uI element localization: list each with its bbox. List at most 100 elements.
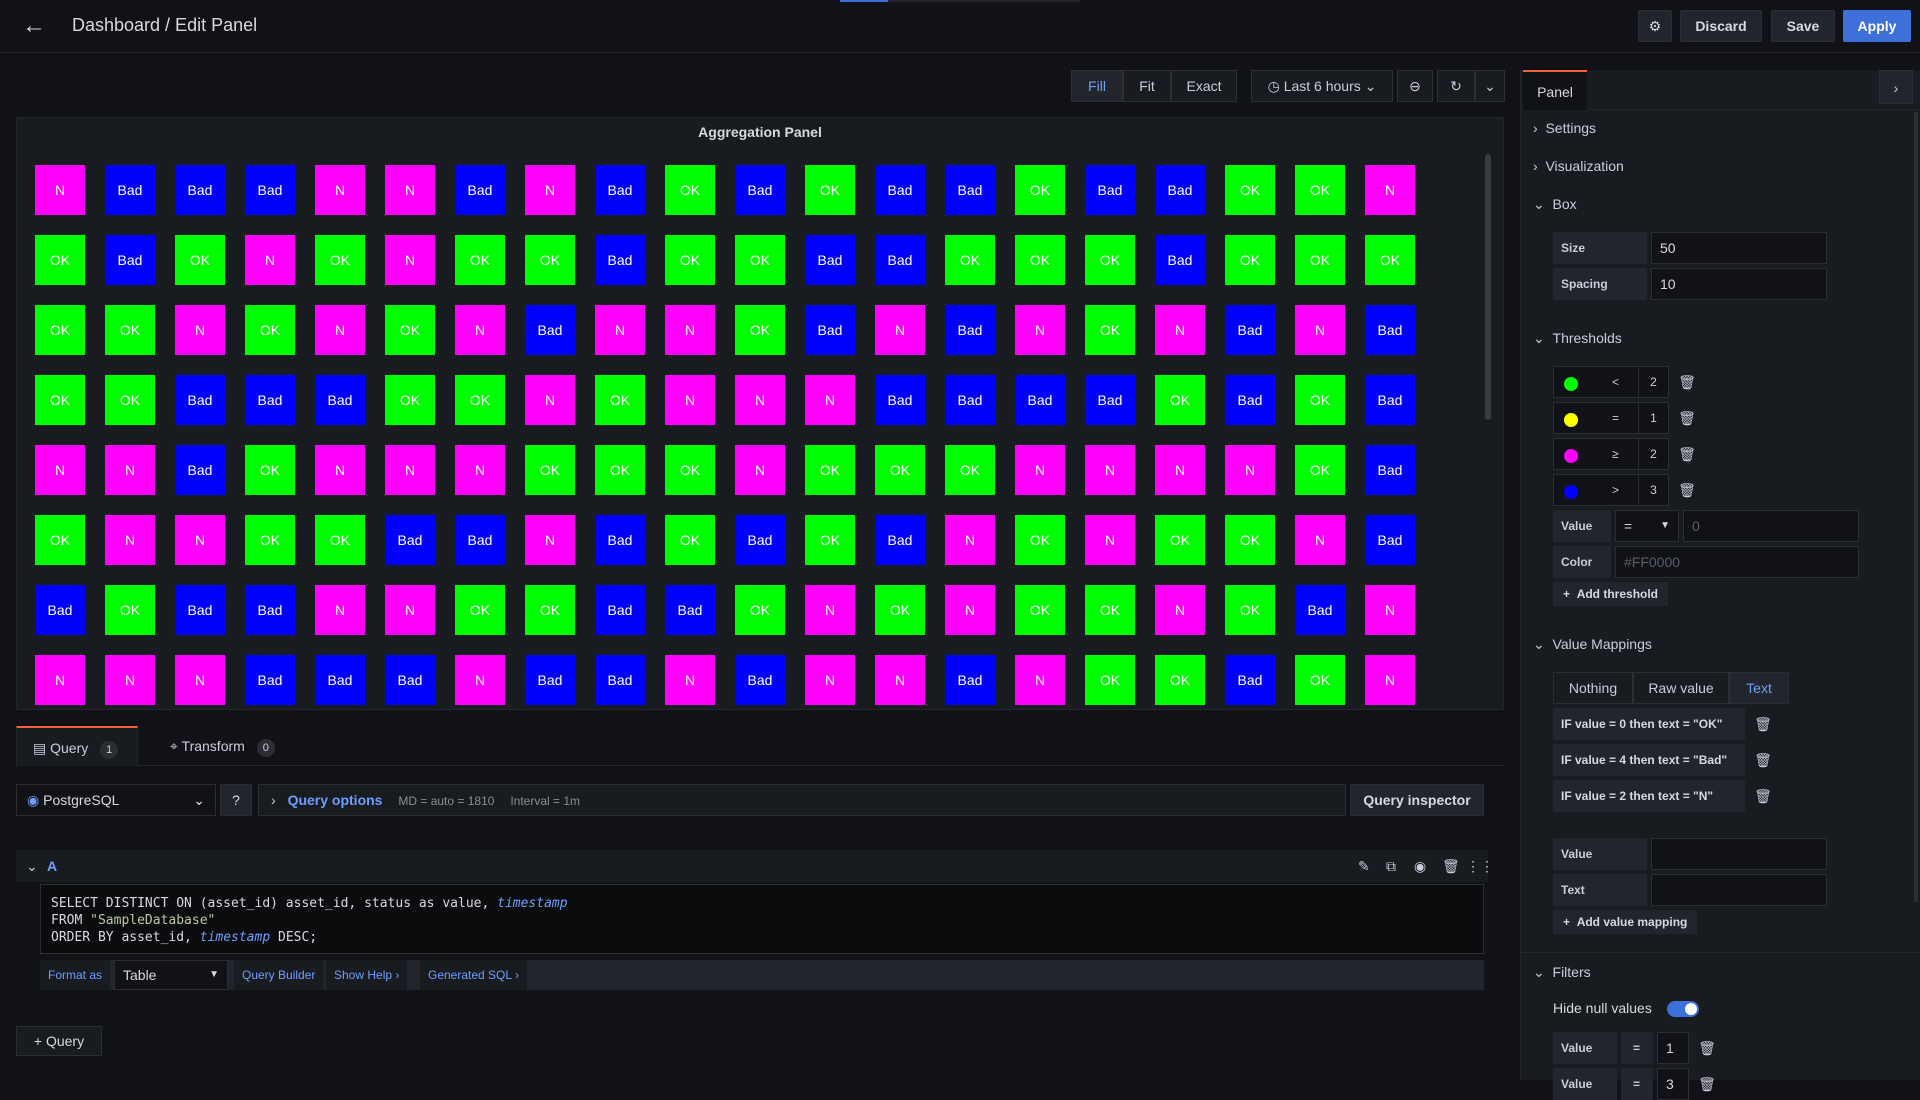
apply-button[interactable]: Apply (1843, 10, 1911, 42)
save-button[interactable]: Save (1771, 10, 1835, 42)
trash-icon[interactable]: 🗑 (1673, 438, 1701, 470)
tab-query[interactable]: ▤ Query 1 (16, 726, 138, 766)
refresh-icon[interactable]: ↻ (1437, 70, 1475, 102)
collapse-chevron-icon[interactable]: ⌄ (26, 858, 38, 875)
datasource-select[interactable]: ◉ PostgreSQL ⌄ (16, 784, 216, 816)
add-query-button[interactable]: + Query (16, 1026, 102, 1056)
trash-icon[interactable]: 🗑 (1673, 402, 1701, 434)
query-builder-button[interactable]: Query Builder (234, 960, 324, 990)
query-toolbar: Format as Table ▼ Query Builder Show Hel… (40, 960, 1484, 990)
time-picker[interactable]: ◷ Last 6 hours ⌄ (1251, 70, 1393, 102)
status-cell: OK (315, 235, 365, 285)
add-threshold-button[interactable]: + Add threshold (1553, 582, 1669, 606)
threshold-row[interactable]: >3 (1553, 474, 1669, 506)
generated-sql-button[interactable]: Generated SQL › (420, 960, 527, 990)
status-cell: OK (1225, 515, 1275, 565)
back-arrow-icon[interactable]: ← (20, 12, 48, 40)
query-options-bar[interactable]: › Query options MD = auto = 1810 Interva… (258, 784, 1346, 816)
status-cell: OK (875, 585, 925, 635)
gear-icon[interactable]: ⚙ (1638, 10, 1672, 42)
trash-icon[interactable]: 🗑 (1749, 708, 1777, 740)
section-box[interactable]: ⌄ Box (1533, 196, 1577, 213)
tab-panel[interactable]: Panel (1523, 70, 1587, 110)
threshold-color-input[interactable]: #FF0000 (1615, 546, 1859, 578)
threshold-color-dot[interactable] (1564, 485, 1578, 499)
threshold-value[interactable]: 2 (1638, 439, 1668, 469)
filter-value-input[interactable]: 3 (1657, 1068, 1689, 1100)
mapping-type-text[interactable]: Text (1729, 672, 1789, 704)
fit-button[interactable]: Fit (1123, 70, 1171, 102)
zoom-out-icon[interactable]: ⊖ (1397, 70, 1433, 102)
options-scrollbar[interactable] (1914, 112, 1918, 902)
mapping-type-raw-value[interactable]: Raw value (1633, 672, 1729, 704)
section-visualization[interactable]: › Visualization (1533, 158, 1624, 174)
filter-operator[interactable]: = (1621, 1032, 1653, 1064)
trash-icon[interactable]: 🗑 (1673, 474, 1701, 506)
section-settings[interactable]: › Settings (1533, 120, 1596, 136)
trash-icon[interactable]: 🗑 (1442, 858, 1460, 875)
status-cell: OK (1295, 235, 1345, 285)
refresh-interval-chevron-icon[interactable]: ⌄ (1475, 70, 1505, 102)
value-mapping-row[interactable]: IF value = 4 then text = "Bad" (1553, 744, 1745, 776)
section-value-mappings[interactable]: ⌄ Value Mappings (1533, 636, 1652, 653)
hide-null-toggle[interactable] (1667, 1001, 1699, 1017)
query-ref-id[interactable]: A (47, 858, 57, 874)
mapping-value-input[interactable] (1651, 838, 1827, 870)
trash-icon[interactable]: 🗑 (1749, 744, 1777, 776)
fill-button[interactable]: Fill (1071, 70, 1123, 102)
query-a-header: ⌄ A ✎ ⧉ ◉ 🗑 ⋮⋮ (16, 850, 1494, 882)
trash-icon[interactable]: 🗑 (1749, 780, 1777, 812)
format-select[interactable]: Table ▼ (114, 960, 228, 990)
trash-icon[interactable]: 🗑 (1693, 1032, 1721, 1064)
max-data-points: MD = auto = 1810 (398, 794, 495, 808)
value-mapping-row[interactable]: IF value = 2 then text = "N" (1553, 780, 1745, 812)
threshold-color-label: Color (1553, 546, 1611, 578)
panel-scrollbar[interactable] (1485, 154, 1491, 420)
status-cell: N (1365, 585, 1415, 635)
threshold-op-select[interactable]: = ▼ (1615, 510, 1679, 542)
trash-icon[interactable]: 🗑 (1673, 366, 1701, 398)
section-filters[interactable]: ⌄ Filters (1533, 964, 1591, 981)
status-cell: Bad (1365, 445, 1415, 495)
threshold-value[interactable]: 1 (1638, 403, 1668, 433)
exact-button[interactable]: Exact (1171, 70, 1237, 102)
section-thresholds[interactable]: ⌄ Thresholds (1533, 330, 1622, 347)
threshold-color-dot[interactable] (1564, 449, 1578, 463)
value-mapping-row[interactable]: IF value = 0 then text = "OK" (1553, 708, 1745, 740)
tab-transform[interactable]: ⌖ Transform 0 (170, 726, 310, 766)
help-icon[interactable]: ? (220, 784, 252, 816)
eye-icon[interactable]: ◉ (1414, 858, 1426, 875)
threshold-value[interactable]: 3 (1638, 475, 1668, 505)
page-title: Dashboard / Edit Panel (72, 15, 258, 35)
section-box-label: Box (1552, 196, 1577, 212)
panel-title: Aggregation Panel (698, 124, 822, 140)
duplicate-icon[interactable]: ⧉ (1386, 858, 1396, 875)
threshold-color-dot[interactable] (1564, 413, 1578, 427)
mapping-text-input[interactable] (1651, 874, 1827, 906)
query-tabs: ▤ Query 1 ⌖ Transform 0 (16, 726, 1504, 766)
spacing-input[interactable]: 10 (1651, 268, 1827, 300)
query-inspector-button[interactable]: Query inspector (1350, 784, 1484, 816)
transform-count-badge: 0 (256, 739, 275, 757)
drag-handle-icon[interactable]: ⋮⋮ (1466, 858, 1494, 875)
add-threshold-label: Add threshold (1576, 587, 1659, 601)
threshold-row[interactable]: = 1 (1553, 402, 1669, 434)
filter-operator[interactable]: = (1621, 1068, 1653, 1100)
status-cell: Bad (175, 375, 225, 425)
threshold-row[interactable]: <2 (1553, 366, 1669, 398)
show-help-button[interactable]: Show Help › (326, 960, 408, 990)
trash-icon[interactable]: 🗑 (1693, 1068, 1721, 1100)
add-value-mapping-button[interactable]: + Add value mapping (1553, 910, 1698, 934)
threshold-color-dot[interactable] (1564, 377, 1578, 391)
threshold-value[interactable]: 2 (1638, 367, 1668, 397)
sql-editor[interactable]: SELECT DISTINCT ON (asset_id) asset_id, … (40, 884, 1484, 954)
mapping-type-nothing[interactable]: Nothing (1553, 672, 1633, 704)
discard-button[interactable]: Discard (1680, 10, 1762, 42)
size-input[interactable]: 50 (1651, 232, 1827, 264)
filter-value-input[interactable]: 1 (1657, 1032, 1689, 1064)
threshold-value-input[interactable]: 0 (1683, 510, 1859, 542)
threshold-row[interactable]: ≥2 (1553, 438, 1669, 470)
query-options-label[interactable]: Query options (288, 792, 383, 808)
edit-icon[interactable]: ✎ (1358, 858, 1370, 875)
collapse-pane-chevron-icon[interactable]: › (1879, 70, 1913, 104)
